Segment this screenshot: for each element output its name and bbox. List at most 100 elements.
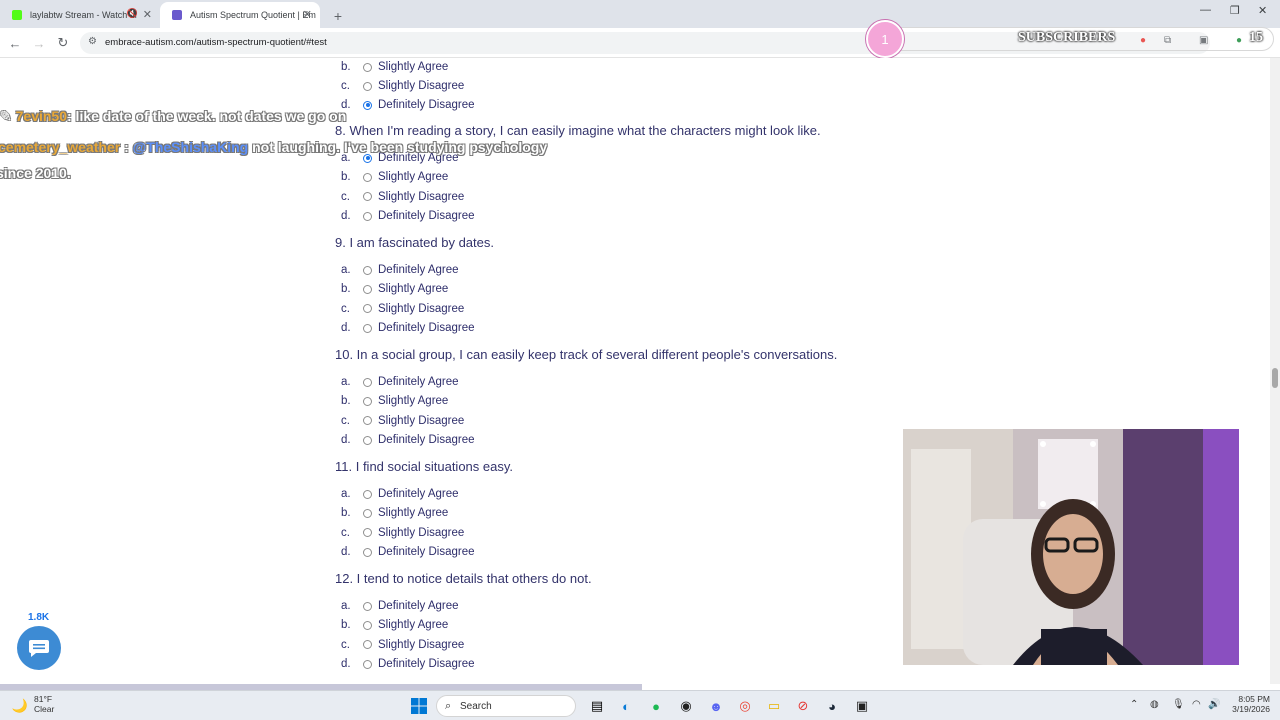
answer-option[interactable]: d. Definitely Disagree xyxy=(341,319,475,337)
tray-network-app-icon[interactable]: ◍ xyxy=(1150,699,1159,710)
answer-radio[interactable] xyxy=(363,508,372,518)
back-arrow-icon[interactable]: ← xyxy=(6,34,24,52)
minimize-icon[interactable]: — xyxy=(1200,4,1211,16)
answer-radio[interactable] xyxy=(363,192,372,202)
file-explorer-icon[interactable]: ▭ xyxy=(764,696,784,716)
chat-message: cemetery_weather : @TheShishaKing not la… xyxy=(0,139,547,155)
answer-radio[interactable] xyxy=(363,100,372,110)
tray-chevron-up-icon[interactable]: ⌃ xyxy=(1130,699,1138,710)
discord-icon[interactable]: ☻ xyxy=(706,696,726,716)
answer-option[interactable]: c. Slightly Disagree xyxy=(341,188,464,206)
answer-radio[interactable] xyxy=(363,489,372,499)
option-letter: c. xyxy=(341,190,350,203)
answer-radio[interactable] xyxy=(363,547,372,557)
answer-radio[interactable] xyxy=(363,601,372,611)
tab-kick-stream[interactable]: laylabtw Stream - Watch Li 🔇 ✕ xyxy=(0,2,160,28)
answer-radio[interactable] xyxy=(363,81,372,91)
option-label: Slightly Disagree xyxy=(378,526,465,539)
answer-option[interactable]: a. Definitely Agree xyxy=(341,597,459,615)
answer-option[interactable]: b. Slightly Agree xyxy=(341,58,448,76)
reload-icon[interactable]: ↻ xyxy=(54,34,72,52)
answer-radio[interactable] xyxy=(363,620,372,630)
option-label: Definitely Agree xyxy=(378,376,459,388)
weather-icon[interactable]: 🌙 xyxy=(10,696,30,716)
webcam-scene xyxy=(903,429,1239,665)
chat-text: : like date of the week. not dates we go… xyxy=(67,108,347,124)
steam-icon[interactable]: ◕ xyxy=(822,696,842,716)
site-info-icon[interactable]: ⚙ xyxy=(88,36,97,47)
new-tab-button[interactable]: + xyxy=(326,4,350,28)
answer-option[interactable]: d. Definitely Disagree xyxy=(341,431,475,449)
answer-radio[interactable] xyxy=(363,416,372,426)
answer-radio[interactable] xyxy=(363,659,372,669)
answer-radio[interactable] xyxy=(363,377,372,387)
tab-label: laylabtw Stream - Watch Li xyxy=(30,10,137,20)
answer-radio[interactable] xyxy=(363,62,372,72)
answer-option[interactable]: c. Slightly Disagree xyxy=(341,636,464,654)
option-label: Slightly Agree xyxy=(378,507,449,520)
start-button[interactable] xyxy=(409,696,429,716)
subscriber-goal-label: SUBSCRIBERS xyxy=(1018,30,1116,45)
answer-option[interactable]: d. Definitely Disagree xyxy=(341,207,475,225)
chrome-icon[interactable]: ◎ xyxy=(735,696,755,716)
answer-radio[interactable] xyxy=(363,211,372,221)
window-close-icon[interactable]: ✕ xyxy=(1258,4,1267,17)
chat-mention: @TheShishaKing xyxy=(132,139,249,155)
answer-option[interactable]: c. Slightly Disagree xyxy=(341,524,464,542)
weather-temp: 81°F xyxy=(34,694,53,704)
wifi-icon[interactable]: ◠ xyxy=(1192,699,1201,710)
chat-bubble-button[interactable] xyxy=(17,626,61,670)
answer-radio[interactable] xyxy=(363,435,372,445)
tab-autism-quotient[interactable]: Autism Spectrum Quotient | Em ✕ xyxy=(160,2,320,28)
answer-radio[interactable] xyxy=(363,528,372,538)
answer-option[interactable]: c. Slightly Disagree xyxy=(341,77,464,95)
obs-icon[interactable]: ◉ xyxy=(676,696,696,716)
answer-option[interactable]: d. Definitely Disagree xyxy=(341,96,475,114)
weather-widget[interactable]: 81°F Clear xyxy=(34,694,54,714)
scrollbar-thumb[interactable] xyxy=(1272,368,1278,388)
answer-radio[interactable] xyxy=(363,396,372,406)
answer-radio[interactable] xyxy=(363,284,372,294)
answer-radio[interactable] xyxy=(363,172,372,182)
tab-close-icon[interactable]: ✕ xyxy=(143,8,152,21)
option-label: Definitely Disagree xyxy=(378,658,475,671)
taskbar-clock[interactable]: 8:05 PM 3/19/2026 xyxy=(1226,694,1270,714)
answer-option[interactable]: c. Slightly Disagree xyxy=(341,412,464,430)
answer-option[interactable]: b. Slightly Agree xyxy=(341,504,448,522)
answer-option[interactable]: a. Definitely Agree xyxy=(341,373,459,391)
answer-option[interactable]: d. Definitely Disagree xyxy=(341,543,475,561)
option-letter: c. xyxy=(341,414,350,427)
search-placeholder: Search xyxy=(460,701,492,712)
vertical-scrollbar[interactable] xyxy=(1270,58,1280,684)
spotify-icon[interactable]: ● xyxy=(646,696,666,716)
answer-option[interactable]: b. Slightly Agree xyxy=(341,392,448,410)
forward-arrow-icon[interactable]: → xyxy=(30,34,48,52)
app-icon[interactable]: ⊘ xyxy=(793,696,813,716)
answer-option[interactable]: b. Slightly Agree xyxy=(341,168,448,186)
answer-option[interactable]: b. Slightly Agree xyxy=(341,280,448,298)
tab-close-icon[interactable]: ✕ xyxy=(303,8,312,21)
answer-option[interactable]: c. Slightly Disagree xyxy=(341,300,464,318)
tab-mute-icon[interactable]: 🔇 xyxy=(127,8,138,19)
edge-browser-icon[interactable]: ◐ xyxy=(616,696,636,716)
option-label: Definitely Disagree xyxy=(378,546,475,559)
search-icon: ⌕ xyxy=(445,700,452,712)
answer-radio[interactable] xyxy=(363,265,372,275)
answer-radio[interactable] xyxy=(363,304,372,314)
microphone-icon[interactable]: 🎙 xyxy=(1172,699,1185,710)
volume-icon[interactable]: 🔊 xyxy=(1208,699,1220,710)
answer-option[interactable]: d. Definitely Disagree xyxy=(341,655,475,673)
task-view-icon[interactable]: ▤ xyxy=(587,696,607,716)
taskbar-search[interactable]: ⌕ Search xyxy=(436,695,576,717)
answer-option[interactable]: a. Definitely Agree xyxy=(341,261,459,279)
answer-radio[interactable] xyxy=(363,640,372,650)
answer-radio[interactable] xyxy=(363,323,372,333)
option-label: Definitely Agree xyxy=(378,600,459,612)
answer-option[interactable]: b. Slightly Agree xyxy=(341,616,448,634)
option-label: Slightly Agree xyxy=(378,61,449,73)
answer-option[interactable]: a. Definitely Agree xyxy=(341,485,459,503)
option-letter: b. xyxy=(341,507,351,520)
media-app-icon[interactable]: ▣ xyxy=(852,696,872,716)
maximize-icon[interactable]: ❐ xyxy=(1230,4,1240,17)
option-label: Slightly Disagree xyxy=(378,80,465,92)
